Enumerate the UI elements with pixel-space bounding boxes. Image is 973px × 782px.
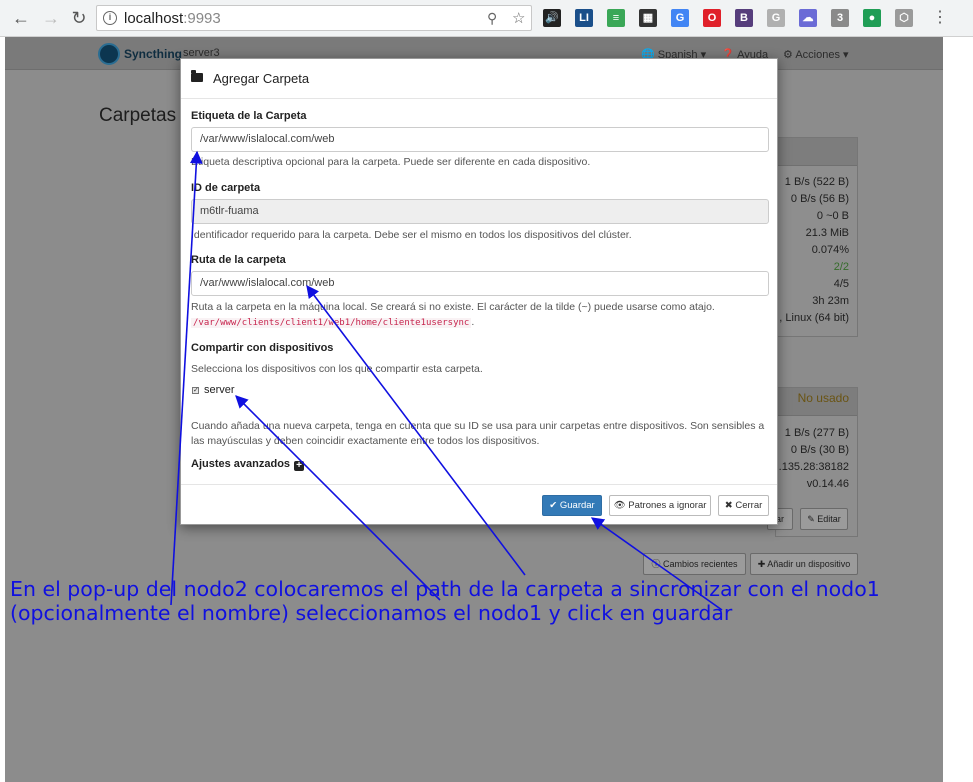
share-server-checkbox[interactable]: ✓	[192, 387, 199, 394]
save-button[interactable]: ✔ Guardar	[542, 495, 602, 516]
add-device-button[interactable]: ✚ Añadir un dispositivo	[750, 553, 858, 575]
zoom-icon[interactable]: ⚲	[487, 10, 497, 27]
syncthing-logo-icon	[98, 43, 120, 65]
network-extension-icon[interactable]: 3	[831, 9, 849, 27]
device-stat-value: 0.074%	[811, 244, 849, 256]
browser-toolbar: ← → ↻ i localhost:9993 ⚲ ☆ 🔊 LI ≡ ▦ G O B G ☁ 3 ● ⬡…	[0, 0, 973, 37]
remote-stat-value: v0.14.46	[806, 478, 849, 490]
device-stat-value: 21.3 MiB	[805, 227, 849, 239]
plus-square-icon[interactable]: +	[294, 461, 305, 471]
cube-extension-icon[interactable]: ⬡	[895, 9, 913, 27]
share-server-label[interactable]: server	[204, 384, 235, 396]
folder-id-input[interactable]: m6tlr-fuama	[191, 199, 769, 224]
remote-stat-value: .135.28:38182	[778, 461, 849, 473]
folder-id-help: Identificador requerido para la carpeta.…	[191, 229, 632, 241]
browser-menu-icon[interactable]: ⋮	[928, 6, 952, 30]
g-gray-extension-icon[interactable]: G	[767, 9, 785, 27]
folder-label-help: Etiqueta descriptiva opcional para la ca…	[191, 156, 591, 168]
advanced-settings-toggle[interactable]: Ajustes avanzados +	[191, 458, 305, 471]
speaker-icon[interactable]: 🔊	[543, 9, 561, 27]
folder-path-label: Ruta de la carpeta	[191, 254, 286, 266]
share-devices-label: Compartir con dispositivos	[191, 342, 334, 354]
back-arrow-icon[interactable]: ←	[9, 6, 33, 30]
address-url: localhost:9993	[124, 10, 221, 27]
folder-id-note: Cuando añada una nueva carpeta, tenga en…	[191, 420, 765, 447]
folder-label-label: Etiqueta de la Carpeta	[191, 110, 307, 122]
bootstrap-extension-icon[interactable]: B	[735, 9, 753, 27]
actions-menu[interactable]: ⚙ Acciones ▾	[783, 48, 849, 61]
device-stat-value: 3h 23m	[812, 295, 849, 307]
folder-icon	[191, 70, 203, 82]
share-devices-help: Selecciona los dispositivos con los que …	[191, 363, 483, 375]
device-stat-value: 0 ~0 B	[816, 210, 849, 222]
green-leaf-extension-icon[interactable]: ●	[863, 9, 881, 27]
dialog-footer-divider	[181, 484, 777, 485]
close-icon: ✖	[724, 500, 733, 511]
path-example-code: /var/www/clients/client1/web1/home/clien…	[191, 318, 472, 328]
dialog-header: Agregar Carpeta	[181, 59, 777, 99]
device-stat-value: 4/5	[833, 278, 849, 290]
opera-extension-icon[interactable]: O	[703, 9, 721, 27]
remote-stat-value: 0 B/s (30 B)	[790, 444, 849, 456]
device-status-badge: No usado	[797, 391, 849, 405]
address-bar[interactable]: i localhost:9993 ⚲ ☆	[96, 5, 532, 31]
recent-changes-button[interactable]: ⓘ Cambios recientes	[643, 553, 746, 575]
close-button[interactable]: ✖ Cerrar	[718, 495, 769, 516]
ignore-patterns-button[interactable]: 👁 Patrones a ignorar	[609, 495, 711, 516]
remote-stat-value: 1 B/s (277 B)	[784, 427, 849, 439]
bookmark-star-icon[interactable]: ☆	[512, 9, 525, 27]
film-extension-icon[interactable]: ▦	[639, 9, 657, 27]
folder-label-input[interactable]: /var/www/islalocal.com/web	[191, 127, 769, 152]
dialog-title: Agregar Carpeta	[213, 71, 310, 86]
add-folder-dialog: Agregar Carpeta Etiqueta de la Carpeta /…	[180, 58, 778, 525]
device-stat-value: , Linux (64 bit)	[779, 312, 849, 324]
translate-extension-icon[interactable]: G	[671, 9, 689, 27]
eye-icon: 👁	[613, 500, 626, 511]
reload-icon[interactable]: ↻	[67, 6, 91, 30]
page-title: Carpetas	[99, 105, 177, 126]
folder-path-input[interactable]: /var/www/islalocal.com/web	[191, 271, 769, 296]
device-stat-value: 1 B/s (522 B)	[784, 176, 849, 188]
edit-device-button[interactable]: ✎ Editar	[800, 508, 848, 530]
brand-name[interactable]: Syncthing	[124, 47, 182, 61]
forward-arrow-icon[interactable]: →	[39, 6, 63, 30]
color-bars-extension-icon[interactable]: ≡	[607, 9, 625, 27]
li-extension-icon[interactable]: LI	[575, 9, 593, 27]
device-stat-value: 0 B/s (56 B)	[790, 193, 849, 205]
site-info-icon[interactable]: i	[103, 11, 117, 25]
cloud-extension-icon[interactable]: ☁	[799, 9, 817, 27]
annotation-text: En el pop-up del nodo2 colocaremos el pa…	[10, 577, 880, 625]
folder-path-help: Ruta a la carpeta en la máquina local. S…	[191, 301, 715, 328]
folder-id-label: ID de carpeta	[191, 182, 261, 194]
device-stat-value: 2/2	[833, 261, 849, 273]
